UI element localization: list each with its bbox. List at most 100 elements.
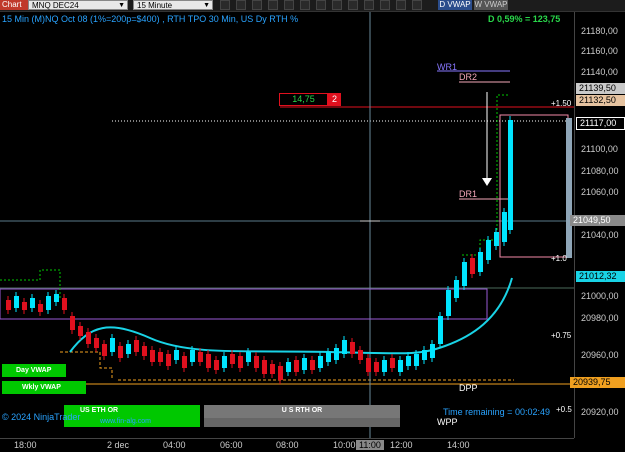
zoom-in-icon[interactable] <box>252 0 262 10</box>
dr1-label: DR1 <box>459 189 478 199</box>
candle-body <box>118 346 123 358</box>
us-rth-or-bar <box>204 418 400 427</box>
lock-icon[interactable] <box>220 0 230 10</box>
candle-body <box>54 294 59 302</box>
candle-body <box>478 252 483 272</box>
candle-body <box>214 360 219 370</box>
price-tick: 21180,00 <box>581 26 618 36</box>
time-tick: 04:00 <box>163 440 186 450</box>
candle-body <box>246 352 251 362</box>
drawing-tools-icon[interactable] <box>348 0 358 10</box>
daily-performance: D 0,59% = 123,75 <box>488 14 561 24</box>
zoom-out-icon[interactable] <box>268 0 278 10</box>
candle-body <box>158 352 163 362</box>
candle-body <box>70 316 75 330</box>
time-tick: 08:00 <box>276 440 299 450</box>
time-axis[interactable]: 18:00 2 dec 04:00 06:00 08:00 10:00 11:0… <box>0 438 574 452</box>
properties-icon[interactable] <box>300 0 310 10</box>
chevron-down-icon: ▼ <box>118 2 125 9</box>
price-tick: 20920,00 <box>581 407 619 417</box>
data-box-icon[interactable] <box>412 0 422 10</box>
candle-body <box>190 350 195 362</box>
snapshot-icon[interactable] <box>380 0 390 10</box>
time-crosshair-label: 11:00 <box>356 440 384 450</box>
indicators-icon[interactable] <box>316 0 326 10</box>
candle-body <box>446 290 451 316</box>
candle-body <box>508 120 513 230</box>
time-tick: 18:00 <box>14 440 37 450</box>
price-tag-vwap: 21012,32 <box>576 271 625 282</box>
bars-icon[interactable] <box>236 0 246 10</box>
price-tag-level: 21049,50 <box>570 215 625 226</box>
candle-body <box>486 240 491 260</box>
candle-body <box>342 340 347 354</box>
candle-body <box>166 354 171 366</box>
price-tick: 21140,00 <box>581 67 618 77</box>
candle-body <box>422 350 427 360</box>
candle-body <box>14 296 19 308</box>
candle-body <box>270 364 275 374</box>
candle-body <box>222 356 227 368</box>
candle-body <box>318 356 323 368</box>
candle-body <box>494 232 499 246</box>
candle-body <box>382 360 387 372</box>
toolbar: Chart MNQ DEC24 ▼ 15 Minute ▼ D VWAP W V… <box>0 0 625 12</box>
candle-body <box>94 338 99 348</box>
candle-body <box>46 296 51 310</box>
candle-body <box>462 262 467 286</box>
candle-body <box>390 358 395 368</box>
candle-body <box>126 344 131 354</box>
interval-select[interactable]: 15 Minute ▼ <box>133 0 213 10</box>
w-vwap-toggle[interactable]: W VWAP <box>474 0 508 10</box>
chart-panel[interactable] <box>0 12 574 438</box>
candle-body <box>470 258 475 274</box>
candle-body <box>310 360 315 370</box>
value-area-box <box>0 288 488 320</box>
price-tag-dr2: 21132,50 <box>576 95 625 106</box>
candle-body <box>430 344 435 358</box>
candle-body <box>78 326 83 336</box>
candle-body <box>262 360 267 374</box>
price-tick: 21080,00 <box>581 166 619 176</box>
candle-body <box>302 358 307 370</box>
text-tool-icon[interactable] <box>364 0 374 10</box>
time-remaining-text: Time remaining = 00:02:49 <box>443 407 550 417</box>
weekly-vwap-button[interactable]: Wkly VWAP <box>2 381 86 394</box>
candle-body <box>86 332 91 344</box>
symbol-select[interactable]: MNQ DEC24 ▼ <box>28 0 128 10</box>
range-value-box[interactable]: 14,75 <box>279 93 328 106</box>
price-tick: 21000,00 <box>581 291 619 301</box>
us-eth-or-button[interactable]: US ETH OR <box>64 405 200 418</box>
crosshair-icon[interactable] <box>284 0 294 10</box>
day-vwap-button[interactable]: Day VWAP <box>2 364 66 377</box>
chart-info-title: 15 Min (M)NQ Oct 08 (1%=200p=$400) , RTH… <box>2 14 299 24</box>
std-plus150-label: +1.50 <box>551 99 572 108</box>
candle-body <box>206 354 211 368</box>
website-text: www.fin-alg.com <box>100 418 151 425</box>
candle-body <box>62 298 67 310</box>
candle-body <box>142 346 147 356</box>
trade-icon[interactable] <box>396 0 406 10</box>
chart-tab[interactable]: Chart <box>0 0 28 10</box>
strategies-icon[interactable] <box>332 0 342 10</box>
candle-body <box>174 350 179 360</box>
candle-body <box>366 358 371 372</box>
candle-body <box>454 280 459 298</box>
std-bar <box>566 118 572 258</box>
interval-label: 15 Minute <box>137 1 173 10</box>
time-tick: 06:00 <box>220 440 243 450</box>
std-plus05-label: +0.5 <box>556 405 572 414</box>
candle-body <box>22 302 27 310</box>
candle-body <box>294 360 299 372</box>
candle-body <box>30 298 35 308</box>
candle-body <box>150 350 155 362</box>
us-rth-or-button[interactable]: U S RTH OR <box>204 405 400 418</box>
wpp-label: WPP <box>437 417 458 427</box>
candle-body <box>502 212 507 242</box>
d-vwap-toggle[interactable]: D VWAP <box>438 0 472 10</box>
price-tick: 21160,00 <box>581 46 618 56</box>
candle-body <box>358 350 363 360</box>
candle-body <box>406 356 411 366</box>
price-chart[interactable] <box>0 12 574 438</box>
price-tick: 20960,00 <box>581 350 619 360</box>
